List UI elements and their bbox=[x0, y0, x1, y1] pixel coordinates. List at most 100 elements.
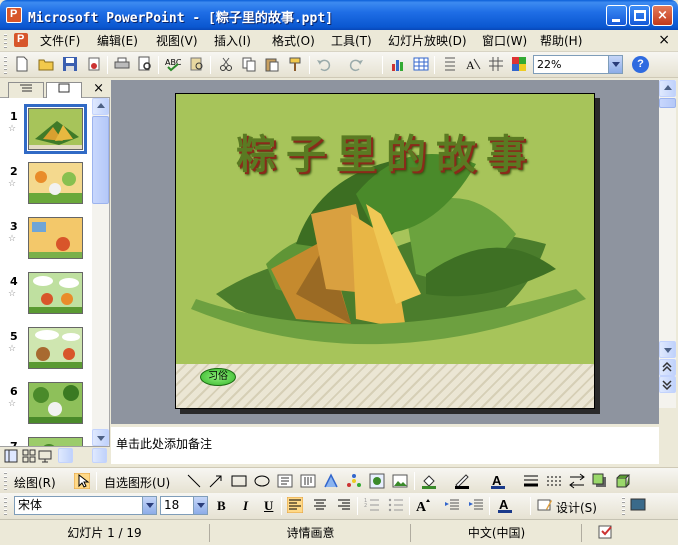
insert-picture-icon[interactable] bbox=[392, 473, 408, 489]
slide-thumbnail-7[interactable] bbox=[28, 437, 83, 446]
customs-button[interactable]: 习俗 bbox=[200, 368, 236, 386]
bold-button[interactable]: B bbox=[217, 498, 226, 514]
diagram-icon[interactable] bbox=[346, 473, 362, 489]
draw-menu-button[interactable]: 绘图(R) bbox=[14, 474, 56, 491]
wordart-icon[interactable] bbox=[323, 473, 339, 489]
slide-title[interactable]: 粽子里的故事 bbox=[176, 122, 594, 180]
dash-style-icon[interactable] bbox=[546, 473, 562, 489]
chevron-down-icon[interactable] bbox=[608, 56, 622, 73]
scroll-thumb[interactable] bbox=[92, 116, 109, 204]
document-icon[interactable] bbox=[14, 33, 28, 47]
copy-icon[interactable] bbox=[241, 56, 257, 72]
new-slide-icon[interactable] bbox=[630, 497, 646, 513]
spelling-icon[interactable]: ABC bbox=[165, 56, 181, 72]
font-color-icon[interactable]: A bbox=[497, 497, 513, 513]
font-color-icon[interactable]: A bbox=[490, 473, 506, 489]
select-objects-icon[interactable] bbox=[74, 473, 90, 489]
increase-font-size-icon[interactable]: A bbox=[416, 497, 432, 513]
notes-placeholder[interactable]: 单击此处添加备注 bbox=[116, 435, 212, 452]
scroll-up-button[interactable] bbox=[92, 98, 109, 115]
line-style-icon[interactable] bbox=[523, 473, 539, 489]
maximize-button[interactable] bbox=[629, 5, 650, 26]
spelling-status-icon[interactable] bbox=[598, 525, 616, 539]
toolbar-grip[interactable] bbox=[4, 472, 7, 490]
slide-thumbnail-5[interactable] bbox=[28, 327, 83, 369]
menu-window[interactable]: 窗口(W) bbox=[482, 33, 527, 50]
slide-thumbnail-1[interactable] bbox=[24, 104, 87, 154]
insert-chart-icon[interactable] bbox=[390, 56, 406, 72]
decrease-indent-icon[interactable] bbox=[444, 497, 460, 513]
font-select[interactable]: 宋体 bbox=[14, 496, 157, 515]
align-right-icon[interactable] bbox=[336, 497, 352, 513]
slide-thumbnail-3[interactable] bbox=[28, 217, 83, 259]
shadow-style-icon[interactable] bbox=[592, 473, 608, 489]
minimize-button[interactable] bbox=[606, 5, 627, 26]
design-button[interactable]: 设计(S) bbox=[556, 499, 597, 516]
clipart-icon[interactable] bbox=[369, 473, 385, 489]
scroll-left-button[interactable] bbox=[58, 448, 73, 463]
previous-slide-button[interactable] bbox=[659, 359, 676, 376]
align-left-icon[interactable] bbox=[287, 497, 303, 513]
scroll-thumb[interactable] bbox=[659, 98, 676, 108]
chevron-down-icon[interactable] bbox=[193, 497, 207, 514]
textbox-icon[interactable] bbox=[277, 473, 293, 489]
next-slide-button[interactable] bbox=[659, 376, 676, 393]
slideshow-view-icon[interactable] bbox=[38, 449, 52, 463]
menu-edit[interactable]: 编辑(E) bbox=[97, 33, 138, 50]
rectangle-icon[interactable] bbox=[231, 473, 247, 489]
print-icon[interactable] bbox=[114, 56, 130, 72]
tab-outline[interactable] bbox=[8, 82, 44, 98]
autoshapes-menu-button[interactable]: 自选图形(U) bbox=[104, 474, 170, 491]
toolbar-grip[interactable] bbox=[622, 497, 625, 515]
menu-tools[interactable]: 工具(T) bbox=[331, 33, 372, 50]
font-size-select[interactable]: 18 bbox=[160, 496, 208, 515]
menu-format[interactable]: 格式(O) bbox=[272, 33, 315, 50]
menu-view[interactable]: 视图(V) bbox=[156, 33, 198, 50]
expand-all-icon[interactable] bbox=[442, 56, 458, 72]
line-color-icon[interactable] bbox=[454, 473, 470, 489]
slide-thumbnail-6[interactable] bbox=[28, 382, 83, 424]
menu-help[interactable]: 帮助(H) bbox=[540, 33, 582, 50]
research-icon[interactable] bbox=[189, 56, 205, 72]
slide-canvas[interactable]: 粽子里的故事 习俗 bbox=[175, 93, 595, 409]
print-preview-icon[interactable] bbox=[137, 56, 153, 72]
arrow-icon[interactable] bbox=[208, 473, 224, 489]
document-close-icon[interactable]: × bbox=[658, 32, 670, 48]
zoom-select[interactable]: 22% bbox=[533, 55, 623, 74]
permission-icon[interactable] bbox=[86, 56, 102, 72]
notes-pane[interactable]: 单击此处添加备注 bbox=[111, 425, 659, 464]
italic-button[interactable]: I bbox=[243, 498, 248, 514]
bullets-icon[interactable] bbox=[388, 497, 404, 513]
menu-slideshow[interactable]: 幻灯片放映(D) bbox=[388, 33, 467, 50]
grid-icon[interactable] bbox=[488, 56, 504, 72]
align-center-icon[interactable] bbox=[312, 497, 328, 513]
normal-view-icon[interactable] bbox=[4, 449, 18, 463]
undo-icon[interactable] bbox=[316, 56, 332, 72]
powerpoint-app-icon[interactable] bbox=[6, 7, 22, 23]
scroll-up-button[interactable] bbox=[659, 80, 676, 97]
format-painter-icon[interactable] bbox=[287, 56, 303, 72]
pane-close-icon[interactable]: × bbox=[93, 81, 104, 96]
toolbar-grip[interactable] bbox=[4, 497, 7, 515]
tab-slides[interactable] bbox=[46, 82, 82, 99]
line-icon[interactable] bbox=[186, 473, 202, 489]
design-icon[interactable] bbox=[537, 497, 553, 513]
slide-scrollbar[interactable] bbox=[659, 80, 676, 408]
chevron-down-icon[interactable] bbox=[142, 497, 156, 514]
thumbnails-scrollbar[interactable] bbox=[92, 98, 109, 446]
paste-icon[interactable] bbox=[264, 56, 280, 72]
oval-icon[interactable] bbox=[254, 473, 270, 489]
open-icon[interactable] bbox=[38, 56, 54, 72]
slide-thumbnail-4[interactable] bbox=[28, 272, 83, 314]
save-icon[interactable] bbox=[62, 56, 78, 72]
numbering-icon[interactable]: 12 bbox=[364, 497, 380, 513]
arrow-style-icon[interactable] bbox=[569, 473, 585, 489]
insert-table-icon[interactable] bbox=[413, 56, 429, 72]
menu-file[interactable]: 文件(F) bbox=[40, 33, 80, 50]
fill-color-icon[interactable] bbox=[421, 473, 437, 489]
cut-icon[interactable] bbox=[218, 56, 234, 72]
vertical-textbox-icon[interactable] bbox=[300, 473, 316, 489]
underline-button[interactable]: U bbox=[264, 498, 273, 514]
scroll-down-button[interactable] bbox=[659, 341, 676, 358]
color-grayscale-icon[interactable] bbox=[511, 56, 527, 72]
